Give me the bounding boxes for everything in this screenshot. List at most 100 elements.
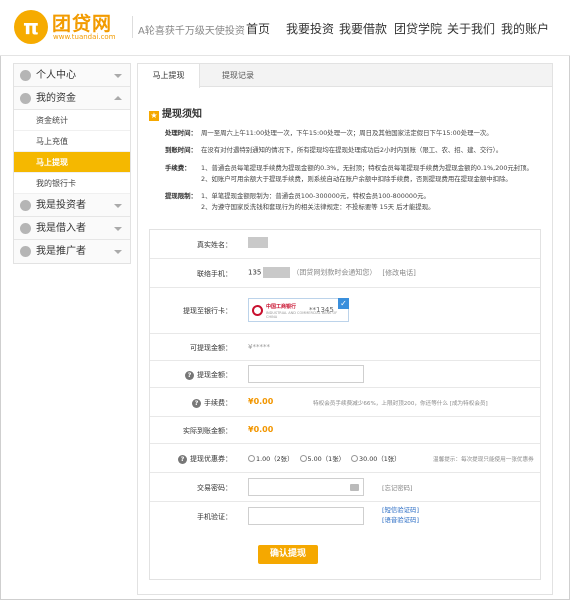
chevron-down-icon xyxy=(114,204,122,208)
borrower-icon xyxy=(20,223,31,234)
logo-divider xyxy=(132,16,133,38)
notice-row: 提现限制： 1、单笔提现金额限制为：普通会员100-300000元，特权会员100… xyxy=(165,191,430,201)
radio-icon xyxy=(299,455,307,462)
sidebar-group-label: 我是投资者 xyxy=(36,200,86,211)
sidebar-group-investor[interactable]: 我是投资者 xyxy=(14,194,130,217)
sidebar-group-borrower[interactable]: 我是借入者 xyxy=(14,217,130,240)
notice-row: 2、为遵守国家反洗钱和套现行为的相关法律规定：不投标要等 15天 后才能提现。 xyxy=(165,202,435,212)
modify-phone-link[interactable]: [修改电话] xyxy=(382,269,415,277)
actual-label: 实际到账金额： xyxy=(183,427,232,435)
main-content: 马上提现 提现记录 ★ 提现须知 处理时间： 周一至周六上午11:00处理一次，下午… xyxy=(137,63,553,595)
help-icon[interactable]: ? xyxy=(192,399,201,408)
sidebar-group-label: 个人中心 xyxy=(36,70,76,81)
real-name-value xyxy=(248,237,268,248)
phone-prefix: 135 xyxy=(248,268,262,277)
slogan: A轮喜获千万级天使投资 xyxy=(138,26,245,37)
nav-borrow[interactable]: 我要借款 xyxy=(339,20,387,37)
notice-row-label: 处理时间： xyxy=(165,129,197,137)
chevron-down-icon xyxy=(114,227,122,231)
logo-url: www.tuandai.com xyxy=(53,33,116,41)
coupon-label-text: 提现优惠券： xyxy=(190,455,232,463)
notice-row-text: 周一至周六上午11:00处理一次，下午15:00处理一次；周日及其他国家法定假日… xyxy=(201,129,493,137)
voice-code-link[interactable]: [语音验证码] xyxy=(382,515,419,524)
phone-hint: （团贷网划款时会通知您） xyxy=(292,268,377,277)
password-label: 交易密码： xyxy=(197,484,232,492)
fee-label: ? 手续费： xyxy=(142,398,232,408)
coupon-option-label: 1.00（2张） xyxy=(256,455,294,463)
bank-name: 中国工商银行 xyxy=(266,304,297,310)
keyboard-icon[interactable] xyxy=(350,484,359,491)
tab-withdraw-records[interactable]: 提现记录 xyxy=(214,64,262,87)
bank-english-name: INDUSTRIAL AND COMMERCIAL BANK OF CHINA xyxy=(266,311,338,319)
become-vip-link[interactable]: [成为特权会员] xyxy=(450,401,488,407)
coupon-option-label: 30.00（1张） xyxy=(359,455,401,463)
phone-row: 联络手机： 135 （团贷网划款时会通知您） [修改电话] xyxy=(150,259,540,288)
coupon-options: 1.00（2张） 5.00（1张） 30.00（1张） xyxy=(248,454,401,463)
sidebar-item-recharge[interactable]: 马上充值 xyxy=(14,131,130,152)
sms-code-input[interactable] xyxy=(248,507,364,525)
real-name-row: 真实姓名： xyxy=(150,230,540,259)
nav-account[interactable]: 我的账户 xyxy=(501,20,549,37)
sidebar-group-promoter[interactable]: 我是推广者 xyxy=(14,240,130,263)
sidebar-item-fund-stats[interactable]: 资金统计 xyxy=(14,110,130,131)
site-header: π 团贷网 www.tuandai.com A轮喜获千万级天使投资 首页 我要投… xyxy=(0,0,570,56)
nav-home[interactable]: 首页 xyxy=(246,20,270,37)
nav-academy[interactable]: 团贷学院 xyxy=(394,20,442,37)
forgot-password-link[interactable]: [忘记密码] xyxy=(382,483,413,492)
coupon-hint: 温馨提示：每次提现只能使用一张优惠券 xyxy=(433,457,534,463)
chevron-down-icon xyxy=(114,74,122,78)
sidebar-group-funds[interactable]: 我的资金 xyxy=(14,87,130,110)
investor-icon xyxy=(20,200,31,211)
notice-title: ★ 提现须知 xyxy=(149,105,202,121)
phone-label: 联络手机： xyxy=(197,270,232,278)
nav-invest[interactable]: 我要投资 xyxy=(286,20,334,37)
sidebar-item-withdraw[interactable]: 马上提现 xyxy=(14,152,130,173)
notice-row: 处理时间： 周一至周六上午11:00处理一次，下午15:00处理一次；周日及其他国… xyxy=(165,128,493,138)
amount-label: ? 提现金额： xyxy=(142,370,232,380)
fee-label-text: 手续费： xyxy=(204,399,232,407)
phone-value: 135 （团贷网划款时会通知您） [修改电话] xyxy=(248,267,416,278)
money-icon xyxy=(20,93,31,104)
available-value: ¥***** xyxy=(248,343,270,351)
tab-withdraw[interactable]: 马上提现 xyxy=(138,64,200,88)
notice-row: 2、如账户可用余额大于提现手续费，则系统自动在账户余额中扣除手续费，否则提现费用… xyxy=(165,174,512,184)
star-icon: ★ xyxy=(149,111,159,121)
help-icon[interactable]: ? xyxy=(185,371,194,380)
help-icon[interactable]: ? xyxy=(178,455,187,464)
withdraw-form: 真实姓名： 联络手机： 135 （团贷网划款时会通知您） [修改电话] 提现至银行卡… xyxy=(149,229,541,580)
bank-card-option[interactable]: 中国工商银行 INDUSTRIAL AND COMMERCIAL BANK OF… xyxy=(248,298,349,322)
notice-row-text: 1、单笔提现金额限制为：普通会员100-300000元，特权会员100-8000… xyxy=(201,192,430,200)
sidebar-group-label: 我的资金 xyxy=(36,93,76,104)
logo-name[interactable]: 团贷网 xyxy=(52,9,112,36)
notice-row: 到账时间： 在没有对付遇特别通知的情况下，所有提现均在提现处理成功后2小时内到账（… xyxy=(165,145,502,155)
amount-input[interactable] xyxy=(248,365,364,383)
radio-icon xyxy=(248,455,255,462)
notice-row-label: 到账时间： xyxy=(165,146,197,154)
notice-row-text: 在没有对付遇特别通知的情况下，所有提现均在提现处理成功后2小时内到账（限工、农、… xyxy=(201,146,503,154)
coupon-option[interactable]: 30.00（1张） xyxy=(351,455,401,463)
nav-about[interactable]: 关于我们 xyxy=(447,20,495,37)
bank-card-tail: **1345 xyxy=(309,306,334,314)
notice-row-label: 提现限制： xyxy=(165,192,197,200)
coupon-option[interactable]: 1.00（2张） xyxy=(248,455,293,463)
promoter-icon xyxy=(20,246,31,257)
sms-code-link[interactable]: [短信验证码] xyxy=(382,505,419,514)
sidebar-group-personal[interactable]: 个人中心 xyxy=(14,64,130,87)
actual-amount-row: 实际到账金额： ¥0.00 xyxy=(150,417,540,444)
password-row: 交易密码： [忘记密码] xyxy=(150,473,540,502)
icbc-logo-icon xyxy=(252,305,263,316)
tab-bar: 马上提现 提现记录 xyxy=(138,64,552,88)
fee-value: ¥0.00 xyxy=(248,397,274,406)
confirm-withdraw-button[interactable]: 确认提现 xyxy=(258,545,318,564)
coupon-row: ? 提现优惠券： 1.00（2张） 5.00（1张） 30.00（1张） 温馨提示… xyxy=(150,444,540,473)
sms-label: 手机验证： xyxy=(197,513,232,521)
password-input[interactable] xyxy=(248,478,364,496)
logo-icon[interactable]: π xyxy=(14,10,48,44)
bank-card-row: 提现至银行卡： 中国工商银行 INDUSTRIAL AND COMMERCIAL… xyxy=(150,288,540,334)
coupon-option[interactable]: 5.00（1张） xyxy=(299,455,345,463)
fee-row: ? 手续费： ¥0.00 特权会员手续费减少66%，上限封顶200，你还等什么 [… xyxy=(150,388,540,417)
coupon-option-label: 5.00（1张） xyxy=(307,455,345,463)
sidebar-item-bank-cards[interactable]: 我的银行卡 xyxy=(14,173,130,194)
available-row: 可提现金额： ¥***** xyxy=(150,334,540,361)
notice-row: 手续费： 1、普通会员每笔提现手续费为提现金额的0.3%，无封顶；特权会员每笔提现… xyxy=(165,163,533,173)
